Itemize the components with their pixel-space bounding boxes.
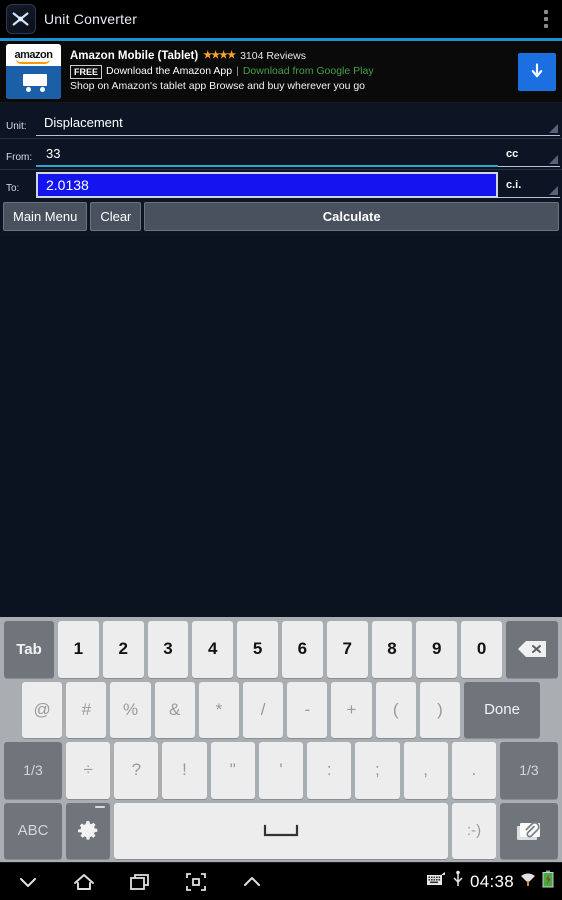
divider [0, 169, 562, 170]
key-apostrophe[interactable]: ' [258, 742, 304, 799]
spinner-triangle-icon [549, 186, 558, 195]
page-indicator-left[interactable]: 1/3 [4, 742, 62, 799]
ad-review-count: 3104 Reviews [240, 50, 307, 63]
spinner-triangle-icon [549, 155, 558, 164]
key-2[interactable]: 2 [102, 621, 144, 678]
to-label: To: [6, 183, 20, 194]
converter-form: Unit: Displacement From: cc To: c.i. M [0, 103, 562, 236]
ad-title: Amazon Mobile (Tablet) [70, 50, 199, 63]
key-doublequote[interactable]: " [210, 742, 255, 799]
attachment-icon[interactable] [500, 802, 558, 859]
unit-row: Unit: Displacement [0, 106, 562, 136]
amazon-icon: amazon [6, 44, 61, 99]
key-question[interactable]: ? [114, 742, 159, 799]
backspace-icon[interactable] [505, 621, 558, 678]
clear-button[interactable]: Clear [90, 202, 142, 231]
calculate-button[interactable]: Calculate [144, 202, 559, 231]
keyboard-row-2: @ # % & * / - + ( ) Done [4, 681, 558, 738]
key-8[interactable]: 8 [371, 621, 413, 678]
key-7[interactable]: 7 [326, 621, 368, 678]
key-plus[interactable]: + [331, 681, 372, 738]
key-slash[interactable]: / [243, 681, 284, 738]
to-unit-value: c.i. [506, 178, 522, 191]
key-ampersand[interactable]: & [154, 681, 195, 738]
from-unit-value: cc [506, 147, 519, 160]
unit-label: Unit: [6, 121, 27, 132]
gear-icon[interactable] [66, 802, 110, 859]
key-minus[interactable]: - [287, 681, 328, 738]
key-colon[interactable]: : [307, 742, 352, 799]
key-paren-close[interactable]: ) [419, 681, 461, 738]
unit-selected-value: Displacement [44, 115, 123, 130]
page-title: Unit Converter [44, 11, 138, 27]
keyboard-row-3: 1/3 ÷ ? ! " ' : ; , . 1/3 [4, 742, 558, 799]
key-at[interactable]: @ [22, 681, 63, 738]
title-bar: Unit Converter [0, 0, 562, 38]
ad-description: Shop on Amazon's tablet app Browse and b… [70, 80, 366, 93]
screenshot-button[interactable] [168, 863, 224, 900]
key-0[interactable]: 0 [461, 621, 502, 678]
key-4[interactable]: 4 [192, 621, 234, 678]
key-percent[interactable]: % [110, 681, 151, 738]
expand-button[interactable] [224, 863, 280, 900]
key-divide[interactable]: ÷ [66, 742, 111, 799]
status-icons: 04:38 [426, 870, 562, 893]
from-input[interactable] [36, 142, 498, 167]
overflow-menu-icon[interactable] [540, 6, 552, 32]
key-9[interactable]: 9 [416, 621, 458, 678]
key-6[interactable]: 6 [281, 621, 323, 678]
spinner-triangle-icon [549, 124, 558, 133]
usb-icon [452, 870, 464, 893]
main-menu-button[interactable]: Main Menu [3, 202, 88, 231]
tools-icon [6, 4, 36, 34]
from-row: From: cc [0, 141, 562, 167]
to-unit-spinner[interactable]: c.i. [498, 172, 560, 198]
rating-stars-icon: ★★★★ [203, 50, 236, 62]
from-unit-spinner[interactable]: cc [498, 141, 560, 167]
action-button-row: Main Menu Clear Calculate [0, 198, 562, 236]
free-badge: FREE [70, 65, 103, 80]
keyboard-row-4: ABC :-) [4, 802, 558, 859]
abc-key[interactable]: ABC [4, 802, 62, 859]
key-asterisk[interactable]: * [198, 681, 240, 738]
home-button[interactable] [56, 863, 112, 900]
key-period[interactable]: . [451, 742, 496, 799]
ad-separator: | [236, 65, 239, 78]
key-hash[interactable]: # [66, 681, 107, 738]
key-3[interactable]: 3 [147, 621, 189, 678]
emoticon-key[interactable]: :-) [452, 802, 496, 859]
wifi-icon [520, 871, 536, 892]
on-screen-keyboard[interactable]: Tab 1 2 3 4 5 6 7 8 9 0 @ # % & * / - + … [0, 617, 562, 862]
unit-spinner[interactable]: Displacement [36, 110, 560, 136]
ad-text-block: Amazon Mobile (Tablet) ★★★★ 3104 Reviews… [70, 49, 512, 93]
key-exclamation[interactable]: ! [162, 742, 207, 799]
download-arrow-icon[interactable] [518, 52, 556, 91]
clock: 04:38 [469, 871, 514, 891]
google-play-link[interactable]: Download from Google Play [243, 65, 374, 78]
page-indicator-right[interactable]: 1/3 [499, 742, 558, 799]
to-row: To: c.i. [0, 172, 562, 198]
done-button[interactable]: Done [464, 681, 541, 738]
battery-icon [542, 870, 554, 893]
keyboard-row-1: Tab 1 2 3 4 5 6 7 8 9 0 [4, 621, 558, 678]
advertisement-banner[interactable]: amazon Amazon Mobile (Tablet) ★★★★ 3104 … [0, 41, 562, 103]
ad-subtitle: Download the Amazon App [106, 65, 233, 78]
from-label: From: [6, 152, 33, 163]
divider [0, 138, 562, 139]
to-input[interactable] [36, 172, 498, 198]
keyboard-status-icon[interactable] [426, 871, 446, 892]
key-paren-open[interactable]: ( [375, 681, 416, 738]
back-button[interactable] [0, 863, 56, 900]
system-navigation-bar: 04:38 [0, 862, 562, 900]
space-bar-icon[interactable] [114, 802, 448, 859]
key-5[interactable]: 5 [237, 621, 278, 678]
recent-apps-button[interactable] [112, 863, 168, 900]
key-tab[interactable]: Tab [4, 621, 54, 678]
key-semicolon[interactable]: ; [355, 742, 400, 799]
key-comma[interactable]: , [403, 742, 448, 799]
key-1[interactable]: 1 [58, 621, 99, 678]
